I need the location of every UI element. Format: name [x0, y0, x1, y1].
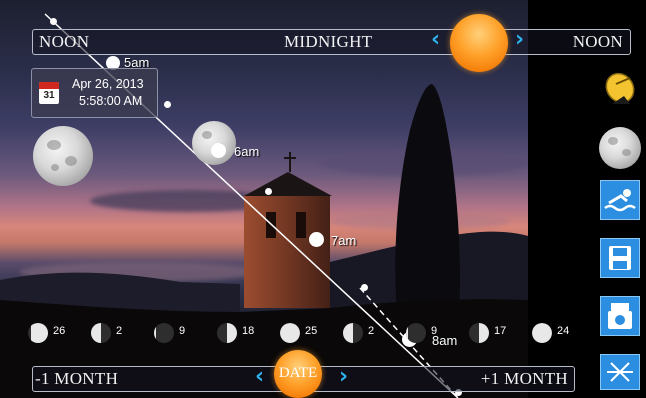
satellite-dish-button[interactable]	[600, 70, 640, 110]
app-screen: 5am 6am 7am 8am 31 Apr 26, 2013 5:58:00 …	[0, 0, 646, 398]
time-forward-arrow-icon[interactable]: ›	[515, 27, 524, 52]
swimmer-button[interactable]	[600, 180, 640, 220]
moon-phase-day-label: 26	[53, 325, 66, 337]
date-time-display[interactable]: 31 Apr 26, 2013 5:58:00 AM	[31, 68, 158, 118]
snowflake-icon	[607, 362, 633, 382]
date-back-arrow-icon[interactable]: ‹	[255, 364, 264, 389]
date-forward-arrow-icon[interactable]: ›	[339, 364, 348, 389]
date-handle-label: DATE	[278, 365, 318, 381]
moon-phase-icon[interactable]	[532, 323, 552, 343]
moon-phase-day-label: 2	[116, 325, 123, 337]
moon-phase-day-label: 24	[557, 325, 570, 337]
path-dot	[265, 188, 272, 195]
moon-phase-icon[interactable]	[217, 323, 237, 343]
camera-icon	[608, 303, 632, 329]
date-minus-month-button[interactable]: -1 MONTH	[35, 369, 118, 389]
moon-phase-day-label: 25	[305, 325, 318, 337]
time-center-label: MIDNIGHT	[284, 32, 373, 51]
moon-phase-icon[interactable]	[343, 323, 363, 343]
moon-phase-day-label: 18	[242, 325, 255, 337]
moon-phase-day-label: 9	[431, 325, 438, 337]
moon-phase-icon[interactable]	[28, 323, 48, 343]
time-label-6am: 6am	[234, 144, 260, 159]
camera-button[interactable]	[600, 296, 640, 336]
moon-phase-icon[interactable]	[154, 323, 174, 343]
current-time: 5:58:00 AM	[79, 94, 143, 108]
moon-phase-large-icon	[33, 126, 93, 186]
moon-view-button[interactable]	[599, 127, 641, 169]
date-plus-month-button[interactable]: +1 MONTH	[481, 369, 568, 389]
save-icon	[609, 246, 631, 270]
snowflake-button[interactable]	[600, 354, 640, 390]
date-slider-handle[interactable]: DATE	[274, 350, 322, 398]
time-left-label: NOON	[39, 32, 90, 51]
calendar-icon: 31	[39, 82, 59, 104]
moon-phase-day-label: 17	[494, 325, 507, 337]
moon-phase-icon[interactable]	[91, 323, 111, 343]
moon-phase-day-label: 9	[179, 325, 186, 337]
moon-phase-icon[interactable]	[406, 323, 426, 343]
time-slider[interactable]: NOON MIDNIGHT NOON ‹ ›	[32, 27, 631, 55]
save-button[interactable]	[600, 238, 640, 278]
path-dot-7am	[309, 232, 324, 247]
moon-phase-icon[interactable]	[469, 323, 489, 343]
time-label-7am: 7am	[331, 233, 357, 248]
time-slider-handle[interactable]	[450, 14, 508, 72]
path-dot	[50, 18, 57, 25]
swimmer-icon	[604, 189, 636, 212]
path-dot	[361, 284, 368, 291]
time-right-label: NOON	[572, 32, 623, 51]
satellite-dish-icon	[605, 72, 635, 104]
path-dot-6am	[211, 143, 226, 158]
time-back-arrow-icon[interactable]: ‹	[431, 27, 440, 52]
moon-phase-icon[interactable]	[280, 323, 300, 343]
path-dot	[164, 101, 171, 108]
calendar-day: 31	[43, 90, 55, 101]
moon-phase-day-label: 2	[368, 325, 375, 337]
current-date: Apr 26, 2013	[72, 77, 144, 91]
